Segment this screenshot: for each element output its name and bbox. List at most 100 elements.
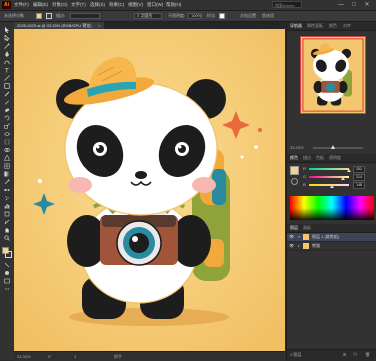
curvature-tool-icon[interactable] (4, 59, 10, 65)
rectangle-tool-icon[interactable] (4, 83, 10, 89)
color-panel-stroke-swatch[interactable] (291, 178, 298, 185)
mesh-tool-icon[interactable] (4, 163, 10, 169)
close-tab-icon[interactable]: × (98, 22, 100, 29)
menu-edit[interactable]: 编辑(E) (33, 0, 48, 10)
draw-mode-icon[interactable] (4, 270, 10, 276)
artboard-tool-icon[interactable] (4, 211, 10, 217)
pencil-tool-icon[interactable] (4, 99, 10, 105)
green-slider-row: G 214 (303, 174, 373, 181)
column-graph-tool-icon[interactable] (4, 203, 10, 209)
expand-arrow-icon[interactable]: ▸ (298, 242, 300, 250)
gradient-tool-icon[interactable] (4, 171, 10, 177)
perspective-grid-tool-icon[interactable] (4, 155, 10, 161)
layer-name[interactable]: 图层 1 (裁剪组) (312, 233, 339, 241)
red-slider-thumb[interactable] (347, 169, 351, 172)
red-slider[interactable] (309, 168, 349, 170)
tab-properties[interactable]: 属性面板 (307, 22, 323, 30)
hand-tool-icon[interactable] (4, 227, 10, 233)
preferences-button[interactable]: 首选项 (262, 11, 274, 21)
expand-arrow-icon[interactable]: ▾ (298, 233, 300, 241)
blue-slider-thumb[interactable] (330, 185, 334, 188)
tab-layers[interactable]: 图层 (290, 224, 298, 232)
style-swatch[interactable] (219, 13, 225, 19)
delete-layer-icon[interactable]: 🗑 (365, 350, 370, 360)
menu-effect[interactable]: 效果(C) (109, 0, 124, 10)
selection-tool-icon[interactable] (4, 27, 10, 33)
stroke-swatch[interactable] (46, 13, 52, 19)
document-setup-button[interactable]: 文档设置 (240, 11, 256, 21)
fill-swatch[interactable] (36, 13, 42, 19)
menu-object[interactable]: 对象(O) (52, 0, 68, 10)
tab-artboards[interactable]: 画板 (303, 224, 311, 232)
menu-help[interactable]: 帮助(H) (166, 0, 181, 10)
tab-navigator[interactable]: 导航器 (290, 22, 302, 30)
shape-builder-tool-icon[interactable] (4, 147, 10, 153)
stroke-weight-dropdown[interactable] (70, 13, 100, 19)
navigator-thumbnail[interactable] (300, 36, 366, 114)
visibility-eye-icon[interactable]: 👁 (289, 233, 294, 241)
width-tool-icon[interactable] (4, 131, 10, 137)
menu-view[interactable]: 视图(V) (128, 0, 143, 10)
red-slider-row: R 252 (303, 166, 373, 173)
tab-color-top[interactable]: 颜色 (329, 22, 337, 30)
menu-window[interactable]: 窗口(W) (147, 0, 163, 10)
blue-slider-row: B 148 (303, 182, 373, 189)
color-panel-fill-swatch[interactable] (290, 166, 299, 175)
visibility-eye-icon[interactable]: 👁 (289, 242, 294, 250)
brush-dropdown[interactable]: 3 点圆形 (134, 13, 162, 19)
canvas-area[interactable] (14, 29, 285, 351)
paintbrush-tool-icon[interactable] (4, 91, 10, 97)
type-tool-icon[interactable]: T (4, 67, 10, 74)
navigator-zoom-thumb[interactable] (331, 145, 335, 149)
scale-tool-icon[interactable] (4, 123, 10, 129)
tab-color[interactable]: 颜色 (290, 154, 298, 162)
maximize-button[interactable]: □ (349, 0, 359, 10)
blue-slider[interactable] (309, 184, 349, 186)
green-slider-thumb[interactable] (341, 177, 345, 180)
menu-select[interactable]: 选择(S) (90, 0, 105, 10)
line-tool-icon[interactable] (4, 75, 10, 81)
minimize-button[interactable]: — (336, 0, 346, 10)
navigator-panel-tabs: 导航器 属性面板 颜色 对齐 (287, 22, 376, 31)
layer-row[interactable]: 👁 ▾ 图层 1 (裁剪组) (287, 233, 376, 242)
pen-tool-icon[interactable] (4, 51, 10, 57)
color-panel-tabs: 颜色 描边 色板 透明度 (287, 154, 376, 163)
magic-wand-tool-icon[interactable] (4, 43, 10, 49)
stroke-label: 描边: (56, 13, 66, 18)
layer-name[interactable]: 熊猫 (312, 242, 320, 250)
navigator-zoom-value[interactable]: 33.33% (290, 144, 304, 152)
green-value[interactable]: 214 (353, 174, 365, 181)
tab-transparency[interactable]: 透明度 (329, 154, 341, 162)
slice-tool-icon[interactable] (4, 219, 10, 225)
new-layer-icon[interactable]: ⊞ (343, 350, 346, 360)
free-transform-tool-icon[interactable] (4, 139, 10, 145)
stroke-color-swatch[interactable] (5, 251, 12, 258)
blend-tool-icon[interactable] (4, 187, 10, 193)
duplicate-icon[interactable]: ❐ (353, 350, 357, 360)
tab-stroke[interactable]: 描边 (303, 154, 311, 162)
tab-align[interactable]: 对齐 (343, 22, 351, 30)
layer-row[interactable]: 👁 ▸ 熊猫 (287, 242, 376, 251)
nose (135, 171, 147, 179)
red-value[interactable]: 252 (353, 166, 365, 173)
menu-type[interactable]: 文字(T) (71, 0, 86, 10)
more-tools-icon[interactable] (4, 286, 10, 292)
artboard[interactable] (14, 29, 285, 351)
zoom-tool-icon[interactable] (4, 235, 10, 241)
direct-selection-tool-icon[interactable] (4, 35, 10, 41)
navigator-zoom-slider[interactable] (313, 147, 363, 149)
close-window-button[interactable]: ✕ (362, 0, 372, 10)
menu-file[interactable]: 文件(F) (14, 0, 29, 10)
rotate-tool-icon[interactable] (4, 115, 10, 121)
navigator-preview-image (301, 37, 365, 113)
tab-swatches[interactable]: 色板 (316, 154, 324, 162)
swap-colors-icon[interactable] (4, 262, 10, 268)
symbol-sprayer-tool-icon[interactable] (4, 195, 10, 201)
screen-mode-icon[interactable] (4, 278, 10, 284)
blue-value[interactable]: 148 (353, 182, 365, 189)
document-tab[interactable]: 2025-0225.ai @ 33.33% (RGB/GPU 预览) × (14, 22, 104, 29)
eyedropper-tool-icon[interactable] (4, 179, 10, 185)
eraser-tool-icon[interactable] (4, 107, 10, 113)
stock-search-input[interactable]: 搜索Adobe Stock (272, 1, 302, 15)
opacity-input[interactable]: 100% (188, 13, 202, 19)
